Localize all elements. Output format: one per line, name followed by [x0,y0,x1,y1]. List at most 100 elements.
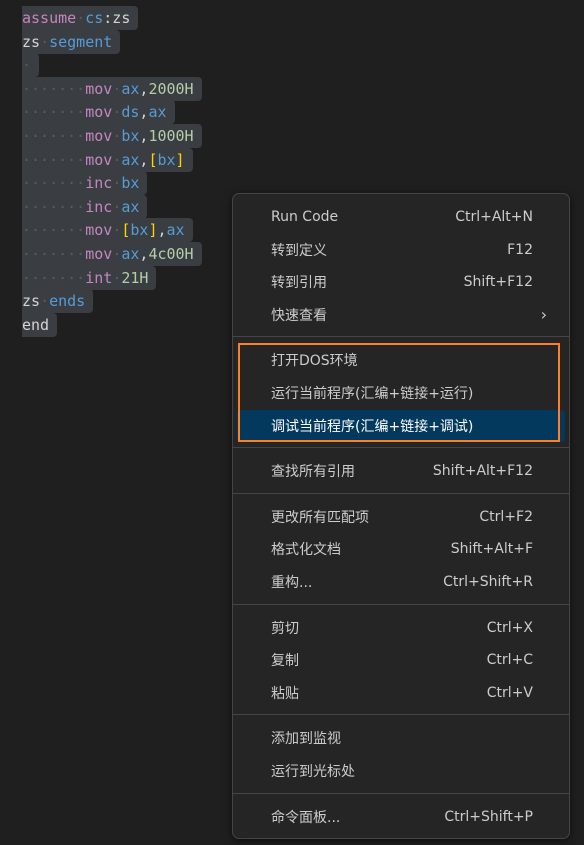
code-token: segment [49,32,113,51]
menu-item-shortcut: Shift+Alt+F [450,541,533,558]
code-token: mov [85,79,113,98]
code-token: bx [157,150,176,169]
menu-item[interactable]: 粘贴 Ctrl+V [237,677,565,709]
selection-highlight: ·······mov·ds,ax [22,100,175,125]
code-token: :zs [103,9,131,27]
selection-highlight: · [22,53,40,78]
menu-item-label: 复制 [271,653,299,670]
code-token: int [85,268,113,287]
code-token: · [112,221,122,240]
whitespace-marker: · [22,56,32,75]
code-token: · [112,150,122,169]
selection-highlight: ·······mov·ax,4c00H [22,242,202,266]
menu-item[interactable]: 运行到光标处 [237,755,565,787]
menu-item-shortcut: Ctrl+Alt+N [455,209,533,225]
menu-item-shortcut: F12 [507,241,533,258]
code-token: ds [121,103,140,122]
menu-item-label: 添加到监视 [271,731,341,748]
code-token: 4c00H [148,245,194,263]
selection-highlight: ·······mov·ax,2000H [22,76,202,101]
menu-item-shortcut: Ctrl+X [486,619,533,636]
code-token: cs [85,9,104,27]
menu-item[interactable]: 剪切 Ctrl+X [237,612,565,644]
code-token: 2000H [148,79,194,98]
whitespace-marker: ······· [22,221,86,240]
code-token: zs [22,292,41,311]
menu-item-label: 命令面板... [271,809,341,826]
code-token: mov [85,103,113,122]
selection-highlight: zs·segment [22,29,121,54]
menu-item-label: 快速查看 [271,307,327,324]
menu-item-label: 转到引用 [271,275,327,292]
menu-item[interactable]: 命令面板... Ctrl+Shift+P [237,801,565,833]
menu-item-label: Run Code [271,209,339,225]
code-token: ax [121,245,140,263]
selection-highlight: ·······mov·ax,[bx] [22,147,193,172]
menu-item-shortcut: Ctrl+F2 [479,508,533,525]
menu-item-shortcut: Ctrl+V [486,684,533,701]
menu-item-label: 转到定义 [271,242,327,259]
code-line: ·······mov·[bx],ax [22,218,193,243]
whitespace-marker: ······· [22,127,86,145]
code-token: ] [175,150,185,169]
chevron-right-icon: › [540,305,547,325]
menu-item-label: 查找所有引用 [271,464,355,481]
code-token: ax [166,221,185,240]
menu-item[interactable]: 添加到监视 [237,722,565,754]
code-token: · [112,245,122,263]
menu-item[interactable]: 转到定义 F12 [237,234,565,266]
menu-item[interactable]: 运行当前程序(汇编+链接+运行) [237,377,565,409]
code-line: ·······mov·ax,4c00H [22,242,202,266]
code-token: · [40,32,50,51]
code-token: mov [85,245,113,263]
menu-item-shortcut: Ctrl+C [486,652,533,669]
selection-highlight: end [22,312,58,337]
code-token: mov [85,150,113,169]
code-token: bx [130,221,149,240]
selection-highlight: ·······mov·bx,1000H [22,124,202,148]
menu-item[interactable]: 转到引用 Shift+F12 [237,266,565,298]
whitespace-marker: ······· [22,150,86,169]
menu-separator [233,792,569,794]
code-token: · [112,268,122,287]
menu-item[interactable]: 重构... Ctrl+Shift+R [237,566,565,598]
code-line: · [22,53,40,78]
selection-highlight: ·······mov·[bx],ax [22,218,193,243]
menu-item[interactable]: Run Code Ctrl+Alt+N [237,201,565,233]
code-line: ·······mov·ax,2000H [22,76,202,101]
code-token: · [112,79,122,98]
menu-separator [233,447,569,449]
whitespace-marker: ······· [22,174,86,193]
code-token: · [40,292,50,311]
code-token: mov [85,127,113,145]
code-token: ax [121,79,140,98]
menu-item[interactable]: 打开DOS环境 [237,344,565,376]
code-token: · [76,9,86,27]
menu-item[interactable]: 调试当前程序(汇编+链接+调试) [237,409,565,442]
code-line: zs·ends [22,289,94,314]
menu-item-label: 格式化文档 [271,542,341,559]
menu-item-label: 粘贴 [271,685,299,702]
code-token: , [157,221,167,240]
menu-item-shortcut: Ctrl+Shift+P [444,808,533,825]
menu-item[interactable]: 格式化文档 Shift+Alt+F [237,533,565,565]
menu-item[interactable]: 查找所有引用 Shift+Alt+F12 [237,455,565,487]
code-token: · [112,103,122,122]
code-token: zs [22,32,41,51]
code-line: ·······mov·ax,[bx] [22,147,193,172]
code-line: ·······inc·bx [22,171,148,196]
menu-item-label: 调试当前程序(汇编+链接+调试) [271,418,474,435]
menu-item[interactable]: 快速查看 › [237,299,565,331]
code-line: end [22,312,58,337]
menu-item[interactable]: 更改所有匹配项 Ctrl+F2 [237,501,565,533]
code-token: ax [148,103,167,122]
code-token: ax [121,197,140,216]
menu-item[interactable]: 复制 Ctrl+C [237,644,565,676]
code-token: 1000H [148,127,194,145]
code-token: bx [121,174,140,193]
code-token: end [22,315,50,334]
code-token: mov [85,221,113,240]
menu-item-shortcut: Shift+F12 [463,274,533,291]
code-line: zs·segment [22,29,121,54]
menu-item-shortcut: Ctrl+Shift+R [443,574,533,590]
